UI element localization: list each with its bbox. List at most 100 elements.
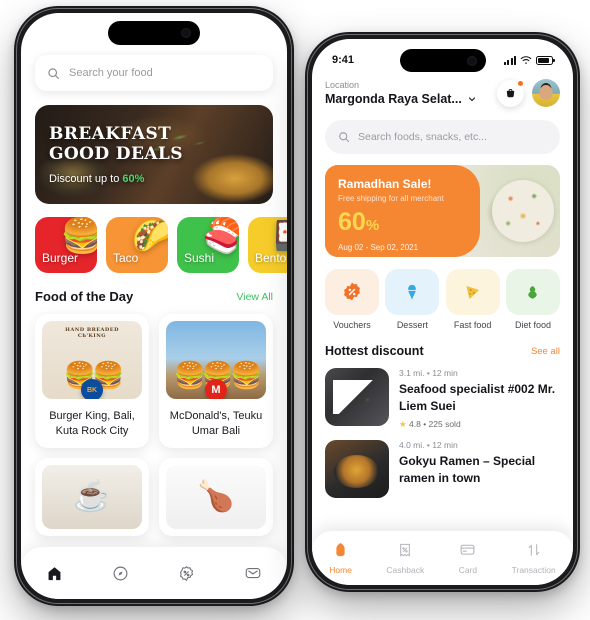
tab-home[interactable]: Home [329,541,352,575]
hottest-discount-header: Hottest discount See all [325,344,560,358]
tab-label: Home [329,565,352,575]
phone-left-screen: Search your food BREAKFAST GOOD DEALS Dis… [21,13,287,599]
tab-cashback[interactable]: Cashback [386,542,424,575]
brand-title: Ch'KING [77,333,107,339]
category-chips: 🍔 Burger 🌮 Taco 🍣 Sushi 🍱 Bento [35,217,287,273]
nav-inbox-icon[interactable] [244,564,262,582]
view-all-link[interactable]: View All [236,291,273,303]
see-all-link[interactable]: See all [531,346,560,357]
dynamic-island-left [108,21,200,45]
quick-action-label: Fast food [453,320,492,330]
quick-action-label: Vouchers [333,320,371,330]
nav-deals-icon[interactable] [178,565,195,582]
food-card-title: McDonald's, Teuku Umar Bali [169,410,263,437]
phone-left: Search your food BREAKFAST GOOD DEALS Dis… [14,6,294,606]
right-content: Location Margonda Raya Selat... Search f… [312,39,573,499]
quick-action-dessert[interactable]: Dessert [385,269,440,330]
promo-subtitle: Free shipping for all merchant [338,194,444,203]
star-icon: ★ [399,419,407,430]
search-input[interactable]: Search your food [35,55,273,91]
promo-discount-unit: % [365,217,380,234]
promo-text: Ramadhan Sale! Free shipping for all mer… [325,165,560,252]
starbucks-icon: ☕ [42,464,142,529]
hero-title-line1: BREAKFAST [49,124,172,144]
category-chip-bento[interactable]: 🍱 Bento [248,217,287,273]
list-item[interactable]: 3.1 mi. • 12 min Seafood specialist #002… [325,368,560,430]
promo-dates: Aug 02 - Sep 02, 2021 [338,243,419,252]
bento-icon: 🍱 [274,219,287,253]
header-actions [497,79,560,107]
voucher-icon [325,269,379,315]
location-header: Location Margonda Raya Selat... [325,79,560,107]
location-block[interactable]: Location Margonda Raya Selat... [325,80,477,106]
dietfood-icon [505,269,560,315]
compass-icon [113,566,128,580]
quick-action-fastfood[interactable]: Fast food [445,269,500,330]
sold-count: 225 sold [428,419,461,430]
food-card[interactable]: 🍔🍔🍔 M McDonald's, Teuku Umar Bali [159,314,273,448]
category-chip-burger[interactable]: 🍔 Burger [35,217,97,273]
quick-action-dietfood[interactable]: Diet food [505,269,560,330]
card-icon [459,541,476,561]
hero-subtitle: Discount up to 60% [49,173,183,185]
nav-home-icon[interactable] [46,565,63,582]
search-placeholder: Search your food [69,67,153,79]
category-chip-sushi[interactable]: 🍣 Sushi [177,217,239,273]
cart-icon [506,88,515,97]
phone-right: 9:41 Location Margonda Raya Selat... Sea… [305,32,580,592]
list-item-distance: 4.0 mi. • 12 min [399,440,458,451]
category-chip-taco[interactable]: 🌮 Taco [106,217,168,273]
fastfood-icon [445,269,500,315]
quick-action-label: Diet food [514,320,551,330]
quick-action-vouchers[interactable]: Vouchers [325,269,379,330]
left-content: Search your food BREAKFAST GOOD DEALS Dis… [21,13,287,536]
list-item-name: Gokyu Ramen – Special ramen in town [399,454,536,485]
section-title: Food of the Day [35,289,134,304]
promo-banner[interactable]: Ramadhan Sale! Free shipping for all mer… [325,165,560,257]
leaf-icon [528,285,538,299]
food-card[interactable]: ☕ [35,457,149,536]
search-placeholder: Search foods, snacks, etc... [358,131,487,143]
envelope-icon [246,567,261,579]
location-value: Margonda Raya Selat... [325,92,462,106]
front-camera-icon [466,55,477,66]
wifi-icon [520,56,532,64]
food-card[interactable]: 🍗 [159,457,273,536]
search-input[interactable]: Search foods, snacks, etc... [325,120,560,154]
search-icon [48,67,59,79]
brand-logo-mcdonalds: M [205,379,227,399]
burger-icon: 🍔 [60,217,97,255]
list-item-distance: 3.1 mi. • 12 min [399,368,458,378]
tab-transaction[interactable]: Transaction [512,542,556,575]
promo-title: Ramadhan Sale! [338,177,432,191]
status-indicators [503,55,555,65]
list-item-rating: ★ 4.8 • 225 sold [399,419,461,430]
phone-right-screen: 9:41 Location Margonda Raya Selat... Sea… [312,39,573,585]
chevron-down-icon[interactable] [467,94,477,104]
home-icon [332,541,349,561]
promo-discount: 60% [338,210,560,235]
list-item-image [325,440,389,499]
promo-discount-value: 60 [338,208,366,236]
quick-actions: Vouchers Dessert Fast food Diet food [325,269,560,330]
hero-banner[interactable]: BREAKFAST GOOD DEALS Discount up to 60% [35,105,273,204]
rating-value: 4.8 [409,419,421,430]
avatar[interactable] [532,79,560,107]
cart-notification-dot [517,79,524,87]
tab-label: Cashback [386,564,425,575]
tab-label: Card [458,565,478,575]
food-card[interactable]: HAND BREADED Ch'KING 🍔🍔 BK Burger King, … [35,314,149,448]
hero-subtitle-accent: 60% [122,173,145,186]
fried-chicken-icon: 🍗 [166,464,266,529]
list-item-meta: 3.1 mi. • 12 min Seafood specialist #002… [399,368,560,430]
list-item[interactable]: 4.0 mi. • 12 min Gokyu Ramen – Special r… [325,440,560,499]
tab-card[interactable]: Card [459,541,477,575]
home-icon [48,566,61,580]
brand-wordmark: HAND BREADED Ch'KING [42,327,142,339]
nav-explore-icon[interactable] [112,565,129,582]
taco-icon: 🌮 [131,217,168,255]
cart-button[interactable] [497,79,524,107]
search-icon [339,132,350,143]
quick-action-label: Dessert [396,320,428,330]
hero-text: BREAKFAST GOOD DEALS Discount up to 60% [49,124,183,185]
